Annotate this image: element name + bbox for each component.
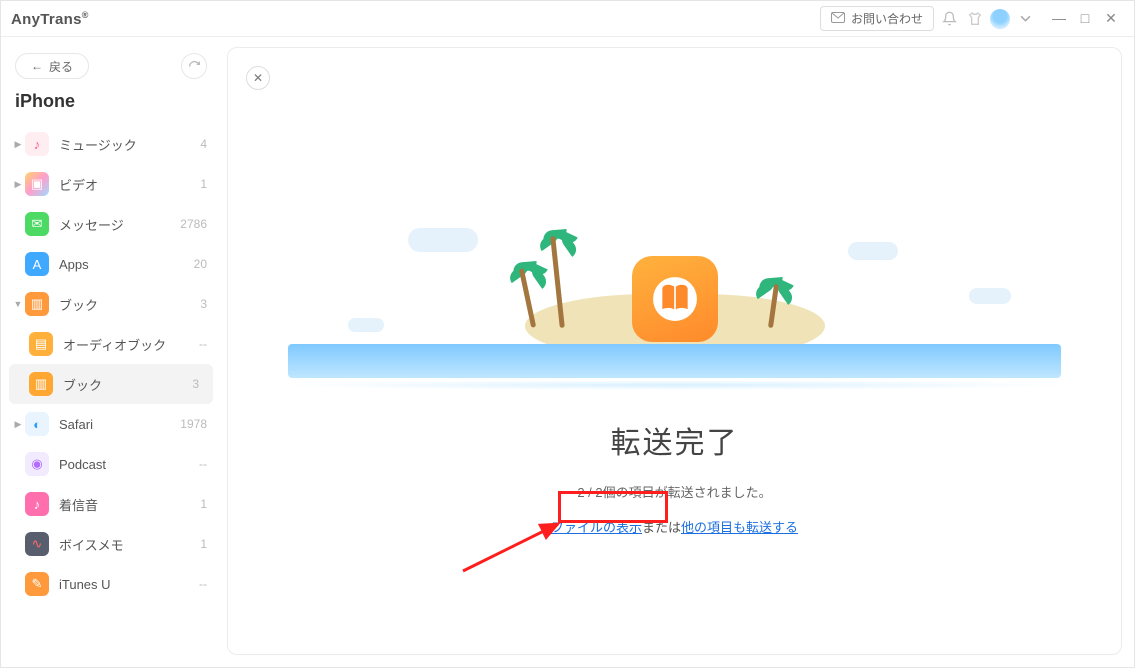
sidebar-item-count: 20 xyxy=(194,257,207,271)
title-bar: AnyTrans® お問い合わせ — □ ✕ xyxy=(1,1,1134,37)
dropdown-caret-icon[interactable] xyxy=(1014,8,1036,30)
result-subtitle: 2 / 2個の項目が転送されました。 xyxy=(228,482,1121,501)
podcast-icon: ◉ xyxy=(25,452,49,476)
show-file-link[interactable]: ファイルの表示 xyxy=(551,520,642,535)
window-controls: — □ ✕ xyxy=(1046,10,1124,27)
links-separator: または xyxy=(642,520,681,535)
app-name: AnyTrans xyxy=(11,11,82,28)
title-right-cluster: お問い合わせ — □ ✕ xyxy=(820,6,1124,31)
cloud-icon xyxy=(348,318,384,332)
music-icon: ♪ xyxy=(25,132,49,156)
back-label: 戻る xyxy=(49,58,73,75)
sidebar-item-message[interactable]: ▶✉メッセージ2786 xyxy=(1,204,221,244)
palm-icon xyxy=(525,268,530,328)
sidebar-item-count: 1 xyxy=(200,497,207,511)
close-panel-button[interactable]: ✕ xyxy=(246,66,270,90)
sidebar-item-label: Apps xyxy=(59,257,89,272)
result-links: ファイルの表示または他の項目も転送する xyxy=(228,517,1121,536)
maximize-button[interactable]: □ xyxy=(1072,10,1098,27)
sidebar-item-itunesu[interactable]: ▶✎iTunes U-- xyxy=(1,564,221,604)
sidebar-item-label: オーディオブック xyxy=(63,335,166,354)
sidebar-nav: ▶♪ミュージック4▶▣ビデオ1▶✉メッセージ2786▶AApps20▼▥ブック3… xyxy=(1,120,221,604)
sidebar-item-count: -- xyxy=(199,457,207,471)
sidebar-item-voice[interactable]: ▶∿ボイスメモ1 xyxy=(1,524,221,564)
back-button[interactable]: ← 戻る xyxy=(15,53,89,79)
caret-icon: ▶ xyxy=(11,179,25,190)
sidebar-item-label: ビデオ xyxy=(59,175,98,194)
sidebar-item-count: 3 xyxy=(200,297,207,311)
safari-icon: ◐ xyxy=(25,412,49,436)
sidebar-item-safari[interactable]: ▶◐ Safari 1978 xyxy=(1,404,221,444)
sidebar-item-label: 着信音 xyxy=(59,495,98,514)
sidebar-item-label: ボイスメモ xyxy=(59,535,124,554)
message-icon: ✉ xyxy=(25,212,49,236)
device-name: iPhone xyxy=(1,85,221,120)
audio-icon: ▤ xyxy=(29,332,53,356)
sidebar-item-count: 1 xyxy=(200,537,207,551)
sidebar-item-count: 1 xyxy=(200,177,207,191)
sidebar-item-label: ブック xyxy=(59,295,98,314)
contact-button[interactable]: お問い合わせ xyxy=(820,6,934,31)
registered-mark: ® xyxy=(82,10,89,20)
books-app-icon xyxy=(632,256,718,342)
body-row: ← 戻る iPhone ▶♪ミュージック4▶▣ビデオ1▶✉メッセージ2786▶A… xyxy=(1,37,1134,667)
sidebar-item-count: 2786 xyxy=(180,217,207,231)
itunesu-icon: ✎ xyxy=(25,572,49,596)
result-panel: ✕ 転送完了 2 / 2個の項目が xyxy=(227,47,1122,655)
caret-icon: ▶ xyxy=(11,139,25,150)
caret-icon: ▶ xyxy=(11,419,25,430)
sea-icon xyxy=(288,344,1061,378)
app-window: AnyTrans® お問い合わせ — □ ✕ xyxy=(0,0,1135,668)
tshirt-icon[interactable] xyxy=(964,8,986,30)
voice-icon: ∿ xyxy=(25,532,49,556)
transfer-illustration xyxy=(228,178,1121,388)
arrow-left-icon: ← xyxy=(31,59,43,73)
sidebar-item-apps[interactable]: ▶AApps20 xyxy=(1,244,221,284)
result-block: 転送完了 2 / 2個の項目が転送されました。 ファイルの表示または他の項目も転… xyxy=(228,418,1121,536)
apps-icon: A xyxy=(25,252,49,276)
close-window-button[interactable]: ✕ xyxy=(1098,10,1124,27)
contact-label: お問い合わせ xyxy=(851,10,923,27)
main-area: ✕ 転送完了 2 / 2個の項目が xyxy=(221,37,1134,667)
book2-icon: ▥ xyxy=(29,372,53,396)
bell-icon[interactable] xyxy=(938,8,960,30)
sidebar-item-label: ミュージック xyxy=(59,135,137,154)
result-title: 転送完了 xyxy=(228,418,1121,462)
sidebar-item-book2[interactable]: ▥ ブック 3 xyxy=(9,364,213,404)
sidebar-item-books[interactable]: ▼▥ ブック 3 xyxy=(1,284,221,324)
sidebar-item-audio[interactable]: ▤ オーディオブック -- xyxy=(1,324,221,364)
sidebar-item-count: -- xyxy=(199,337,207,351)
sidebar-item-count: 1978 xyxy=(180,417,207,431)
sidebar-item-label: ブック xyxy=(63,375,102,394)
user-avatar[interactable] xyxy=(990,9,1010,29)
refresh-button[interactable] xyxy=(181,53,207,79)
cloud-icon xyxy=(848,242,898,260)
video-icon: ▣ xyxy=(25,172,49,196)
cloud-icon xyxy=(408,228,478,252)
sidebar-item-label: iTunes U xyxy=(59,577,111,592)
transfer-more-link[interactable]: 他の項目も転送する xyxy=(681,520,798,535)
sidebar-item-count: 4 xyxy=(200,137,207,151)
ring-icon: ♪ xyxy=(25,492,49,516)
sidebar-top: ← 戻る xyxy=(1,45,221,85)
app-logo: AnyTrans® xyxy=(11,10,89,28)
minimize-button[interactable]: — xyxy=(1046,10,1072,27)
sidebar-item-label: メッセージ xyxy=(59,215,124,234)
mail-icon xyxy=(831,12,845,26)
books-icon: ▥ xyxy=(25,292,49,316)
sidebar: ← 戻る iPhone ▶♪ミュージック4▶▣ビデオ1▶✉メッセージ2786▶A… xyxy=(1,37,221,667)
sidebar-item-ring[interactable]: ▶♪着信音1 xyxy=(1,484,221,524)
sidebar-item-podcast[interactable]: ▶◉Podcast-- xyxy=(1,444,221,484)
sidebar-item-count: -- xyxy=(199,577,207,591)
palm-icon xyxy=(555,236,560,328)
sidebar-item-count: 3 xyxy=(192,377,199,391)
palm-icon xyxy=(771,284,776,328)
sidebar-item-label: Podcast xyxy=(59,457,106,472)
sidebar-item-label: Safari xyxy=(59,417,93,432)
sidebar-item-video[interactable]: ▶▣ ビデオ 1 xyxy=(1,164,221,204)
caret-icon: ▼ xyxy=(11,299,25,309)
cloud-icon xyxy=(969,288,1011,304)
sidebar-item-music[interactable]: ▶♪ ミュージック 4 xyxy=(1,124,221,164)
